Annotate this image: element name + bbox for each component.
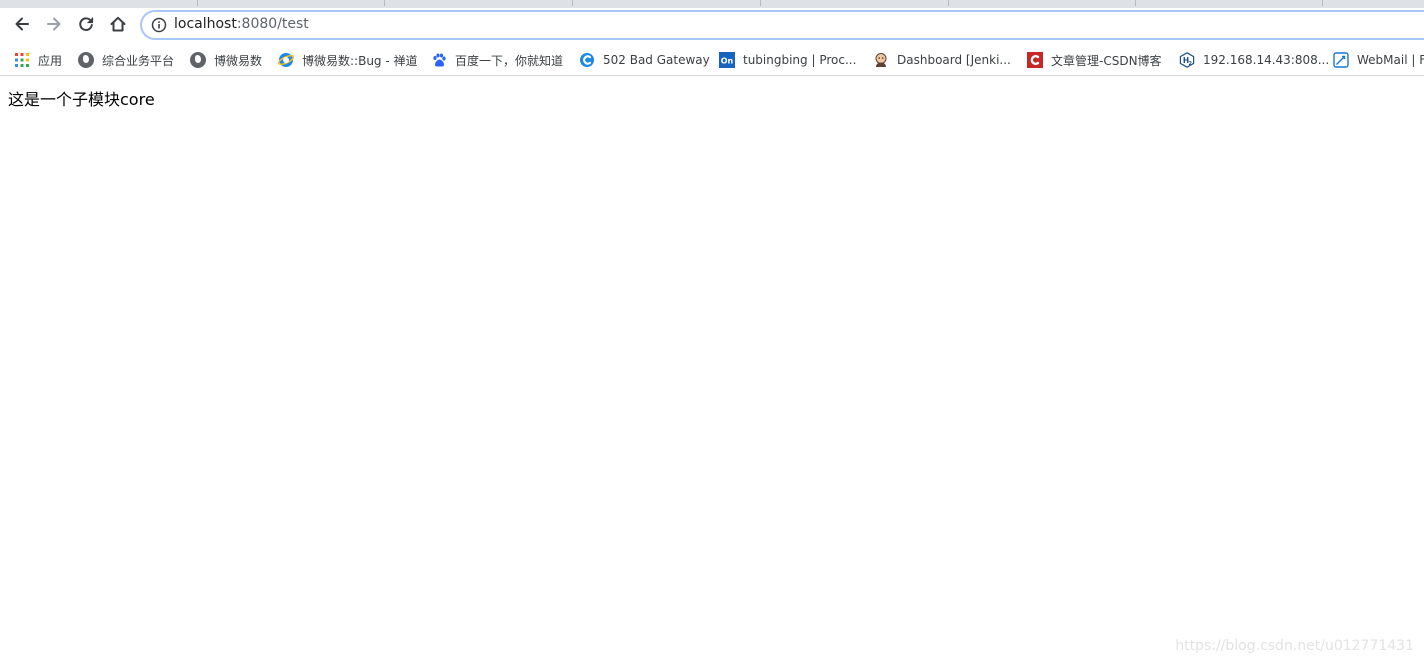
browser-toolbar: localhost:8080/test: [0, 8, 1424, 44]
bookmark-item[interactable]: H 2 192.168.14.43:808...: [1179, 50, 1329, 70]
bookmark-item[interactable]: Dashboard [Jenki...: [873, 50, 1011, 70]
arrow-left-icon: [15, 17, 29, 31]
watermark: https://blog.csdn.net/u012771431: [1175, 638, 1414, 654]
bookmark-label: 192.168.14.43:808...: [1203, 53, 1330, 67]
bookmark-label: 综合业务平台: [102, 53, 175, 68]
apps-grid-icon: [14, 52, 30, 68]
bookmark-label: 百度一下，你就知道: [455, 53, 564, 68]
back-button[interactable]: [8, 10, 36, 38]
c-logo-icon: [579, 52, 595, 68]
tab-separator: [572, 0, 573, 6]
bookmark-label: 502 Bad Gateway: [603, 53, 710, 67]
tab-separator: [760, 0, 761, 6]
bookmark-item[interactable]: 博微易数::Bug - 禅道: [277, 50, 418, 70]
jenkins-icon: [873, 52, 889, 68]
bookmark-label: 博微易数: [214, 53, 263, 68]
webmail-icon: [1333, 52, 1349, 68]
url-text[interactable]: localhost:8080/test: [174, 16, 309, 32]
address-bar[interactable]: localhost:8080/test: [140, 10, 1424, 40]
bookmark-apps[interactable]: 应用: [14, 50, 62, 70]
home-button[interactable]: [104, 10, 132, 38]
ie-icon: [277, 52, 295, 68]
url-path: :8080/test: [236, 16, 309, 32]
tab-separator: [1322, 0, 1323, 6]
csdn-icon: [1027, 52, 1043, 68]
home-icon: [110, 16, 126, 32]
bookmark-item[interactable]: On tubingbing | Proc...: [719, 50, 856, 70]
page-body-text: 这是一个子模块core: [8, 90, 155, 109]
globe-icon: [190, 52, 206, 68]
globe-icon: [78, 52, 94, 68]
svg-text:2: 2: [1189, 61, 1193, 67]
reload-icon: [79, 17, 94, 31]
bookmark-item[interactable]: 综合业务平台: [78, 50, 174, 70]
bookmark-item[interactable]: WebMail | F: [1333, 50, 1424, 70]
forward-button[interactable]: [40, 10, 68, 38]
tab-strip: [0, 0, 1424, 8]
tab-separator: [948, 0, 949, 6]
bookmark-label: tubingbing | Proc...: [743, 53, 857, 67]
tab-separator: [1135, 0, 1136, 6]
tab-separator: [197, 0, 198, 6]
on-logo-icon: On: [719, 52, 735, 68]
tab-separator: [384, 0, 385, 6]
bookmark-label: 应用: [38, 53, 63, 68]
svg-text:On: On: [721, 57, 734, 66]
bookmark-label: 文章管理-CSDN博客: [1051, 53, 1162, 68]
bookmark-label: 博微易数::Bug - 禅道: [302, 53, 418, 68]
bookmark-item[interactable]: 文章管理-CSDN博客: [1027, 50, 1162, 70]
bookmarks-bar: 应用 综合业务平台 博微易数 博微易数::Bug - 禅道 百度一下，你就知道 …: [0, 44, 1424, 76]
baidu-paw-icon: [431, 52, 447, 68]
bookmark-label: Dashboard [Jenki...: [897, 53, 1011, 67]
info-circle-icon[interactable]: [151, 17, 167, 33]
reload-button[interactable]: [72, 10, 100, 38]
bookmark-item[interactable]: 百度一下，你就知道: [431, 50, 563, 70]
arrow-right-icon: [47, 17, 61, 31]
bookmark-label: WebMail | F: [1357, 53, 1424, 67]
bookmark-item[interactable]: 博微易数: [190, 50, 262, 70]
h2-icon: H 2: [1179, 52, 1195, 68]
url-host: localhost: [174, 16, 237, 32]
bookmark-item[interactable]: 502 Bad Gateway: [579, 50, 710, 70]
